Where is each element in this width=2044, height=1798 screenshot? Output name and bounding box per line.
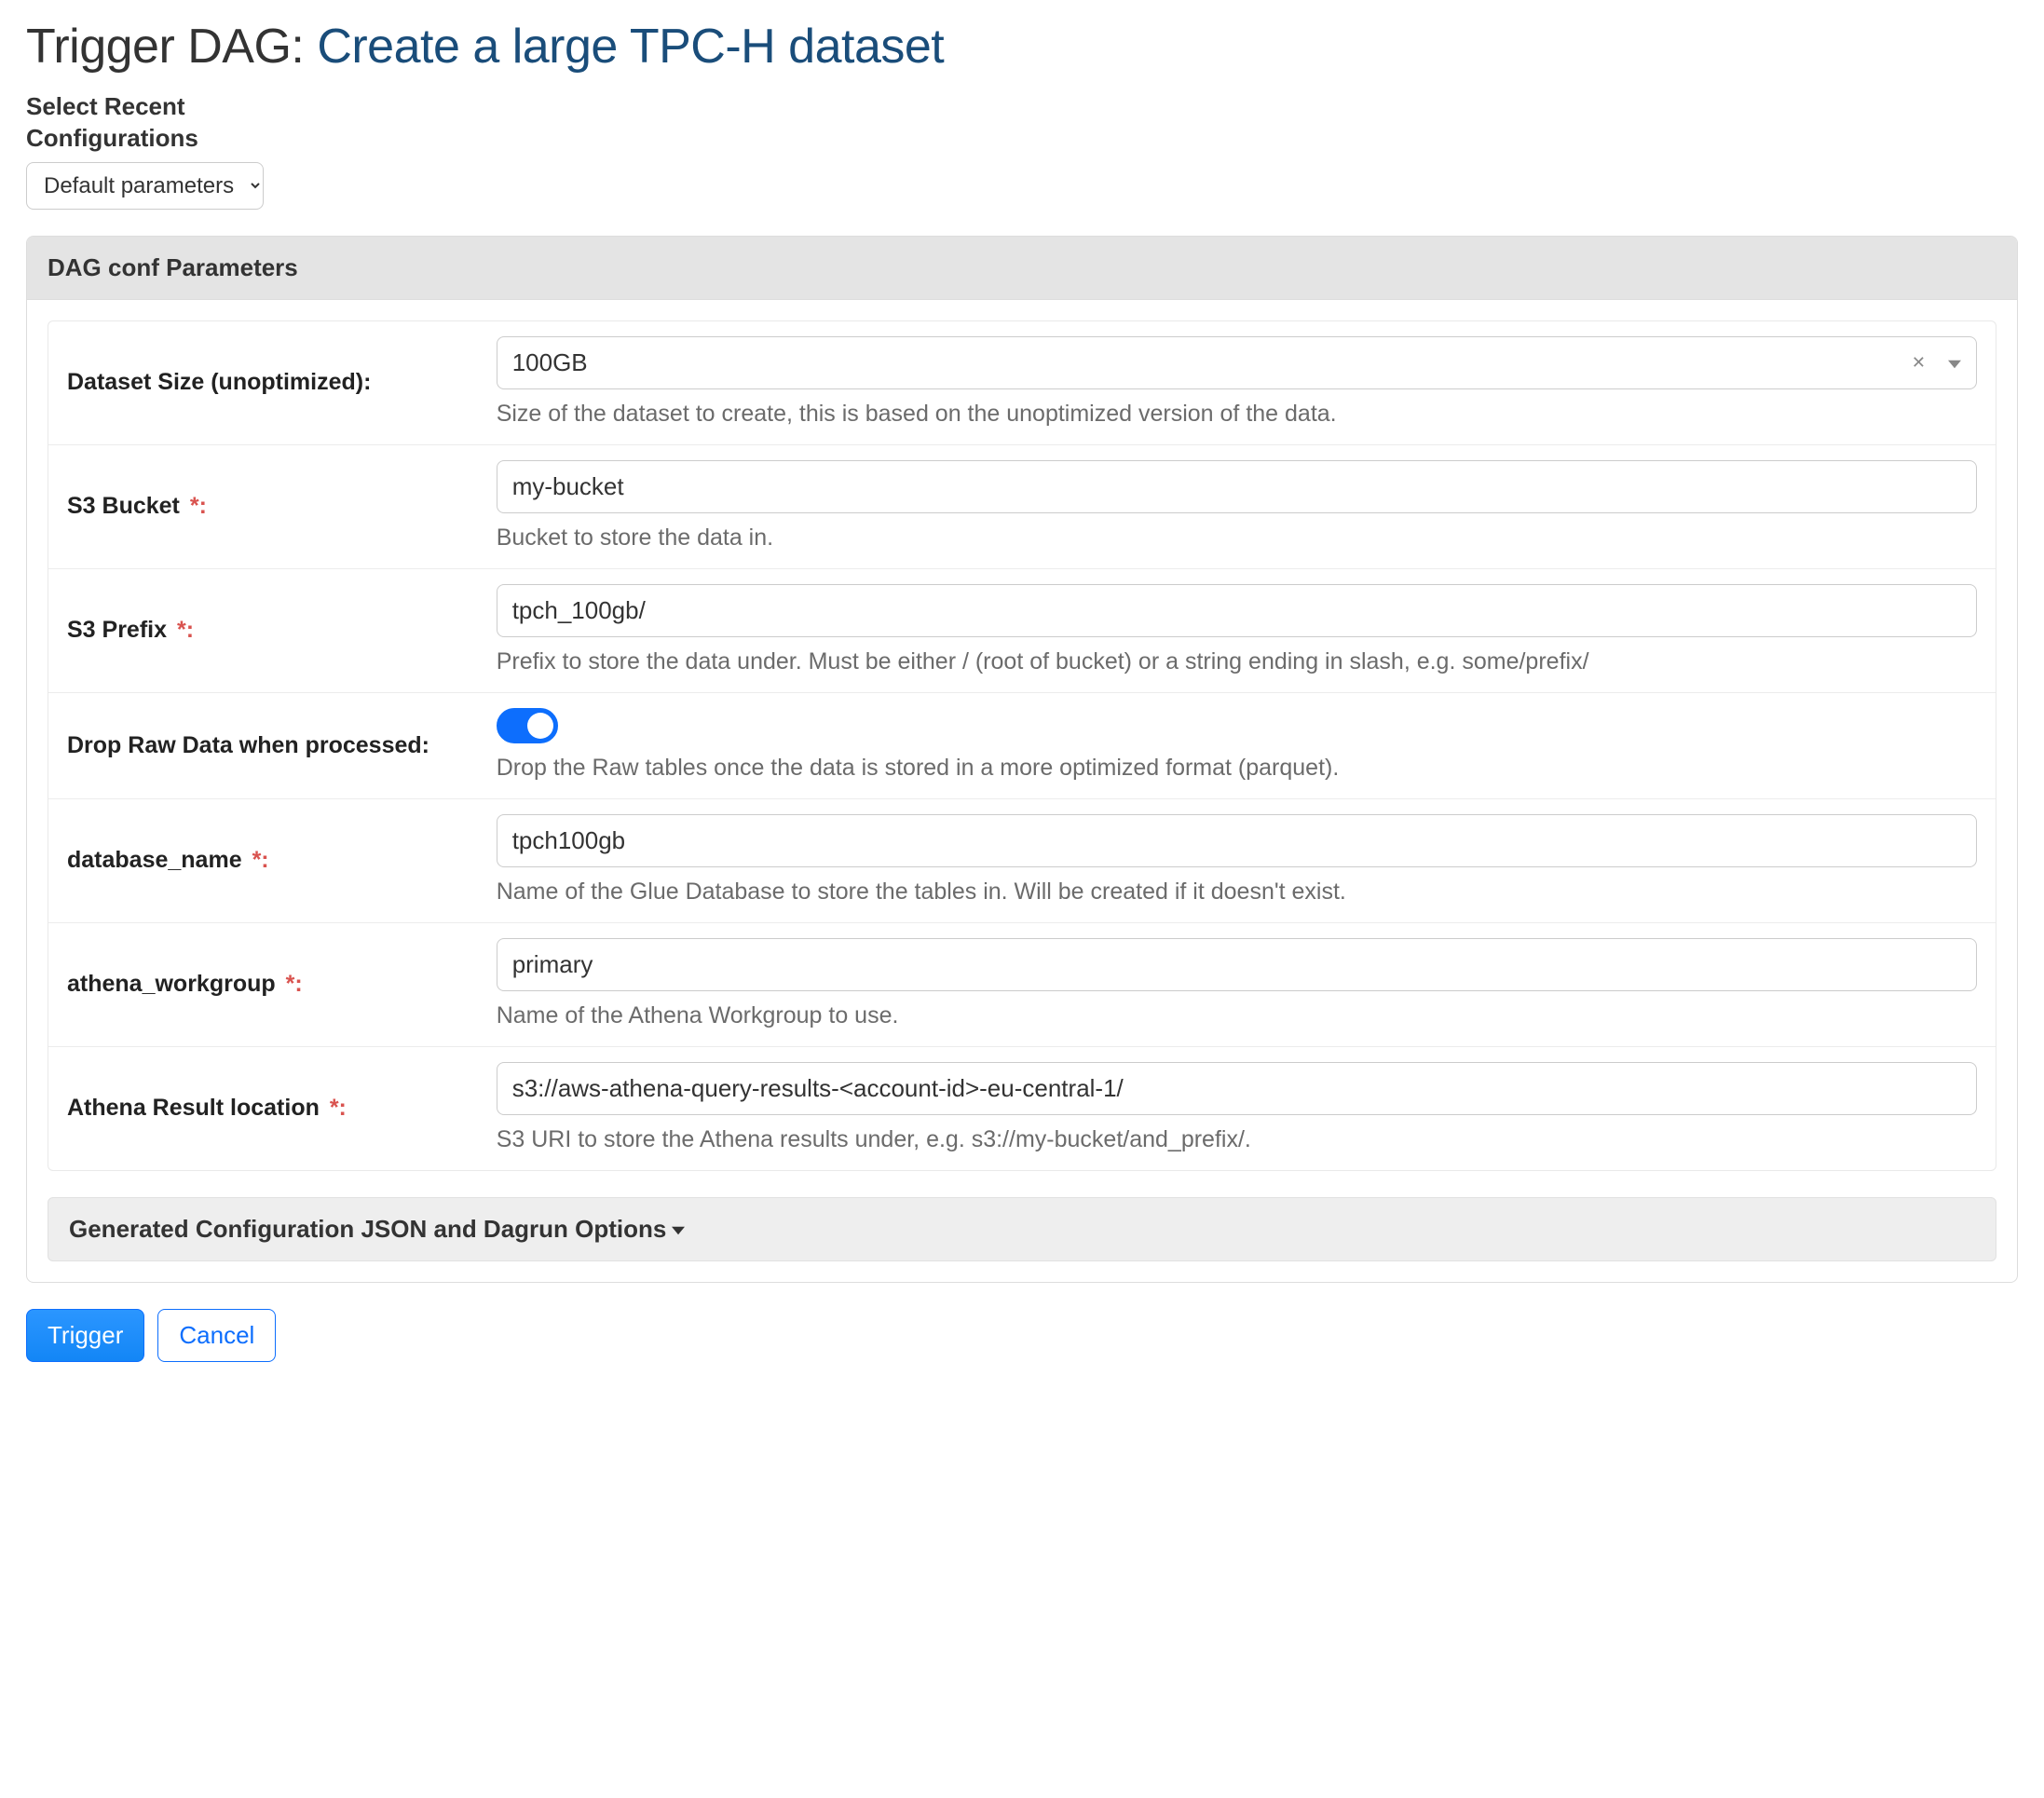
param-label-athena-workgroup: athena_workgroup *:	[48, 923, 497, 1046]
clear-icon[interactable]: ✕	[1912, 353, 1926, 373]
param-help-s3-prefix: Prefix to store the data under. Must be …	[497, 648, 1977, 675]
dag-name-link[interactable]: Create a large TPC-H dataset	[317, 20, 944, 74]
trigger-button[interactable]: Trigger	[26, 1309, 144, 1362]
param-row-athena-workgroup: athena_workgroup *: Name of the Athena W…	[48, 923, 1996, 1047]
s3-bucket-input[interactable]	[497, 460, 1977, 513]
param-help-database-name: Name of the Glue Database to store the t…	[497, 879, 1977, 906]
param-row-s3-bucket: S3 Bucket *: Bucket to store the data in…	[48, 445, 1996, 569]
param-label-s3-prefix: S3 Prefix *:	[48, 569, 497, 692]
param-label-athena-result-location: Athena Result location *:	[48, 1047, 497, 1170]
recent-configs-label: Select Recent Configurations	[26, 91, 2018, 155]
param-row-drop-raw: Drop Raw Data when processed: Drop the R…	[48, 693, 1996, 799]
param-label-database-name: database_name *:	[48, 799, 497, 922]
param-label-dataset-size: Dataset Size (unoptimized):	[48, 321, 497, 444]
param-help-s3-bucket: Bucket to store the data in.	[497, 524, 1977, 552]
param-row-athena-result-location: Athena Result location *: S3 URI to stor…	[48, 1047, 1996, 1170]
page-title: Trigger DAG: Create a large TPC-H datase…	[26, 19, 2018, 75]
param-help-drop-raw: Drop the Raw tables once the data is sto…	[497, 755, 1977, 782]
recent-configs-select[interactable]: Default parameters	[26, 162, 264, 210]
params-table: Dataset Size (unoptimized): 100GB ✕ Size…	[48, 320, 1996, 1171]
generated-json-collapse[interactable]: Generated Configuration JSON and Dagrun …	[48, 1197, 1996, 1261]
param-help-athena-workgroup: Name of the Athena Workgroup to use.	[497, 1002, 1977, 1029]
athena-workgroup-input[interactable]	[497, 938, 1977, 991]
dag-conf-panel: DAG conf Parameters Dataset Size (unopti…	[26, 236, 2018, 1283]
footer-buttons: Trigger Cancel	[26, 1309, 2018, 1362]
param-row-dataset-size: Dataset Size (unoptimized): 100GB ✕ Size…	[48, 321, 1996, 445]
athena-result-location-input[interactable]	[497, 1062, 1977, 1115]
dataset-size-select[interactable]: 100GB ✕	[497, 336, 1977, 389]
cancel-button[interactable]: Cancel	[157, 1309, 276, 1362]
param-help-athena-result-location: S3 URI to store the Athena results under…	[497, 1126, 1977, 1153]
param-row-s3-prefix: S3 Prefix *: Prefix to store the data un…	[48, 569, 1996, 693]
caret-down-icon	[666, 1215, 685, 1244]
dag-conf-heading: DAG conf Parameters	[27, 237, 2017, 300]
param-help-dataset-size: Size of the dataset to create, this is b…	[497, 401, 1977, 428]
dataset-size-value: 100GB	[512, 348, 1912, 377]
param-row-database-name: database_name *: Name of the Glue Databa…	[48, 799, 1996, 923]
toggle-knob	[527, 713, 553, 739]
param-label-drop-raw: Drop Raw Data when processed:	[48, 693, 497, 798]
drop-raw-toggle[interactable]	[497, 708, 558, 743]
param-label-s3-bucket: S3 Bucket *:	[48, 445, 497, 568]
s3-prefix-input[interactable]	[497, 584, 1977, 637]
chevron-down-icon[interactable]	[1948, 348, 1961, 377]
page-title-prefix: Trigger DAG:	[26, 20, 317, 74]
database-name-input[interactable]	[497, 814, 1977, 867]
